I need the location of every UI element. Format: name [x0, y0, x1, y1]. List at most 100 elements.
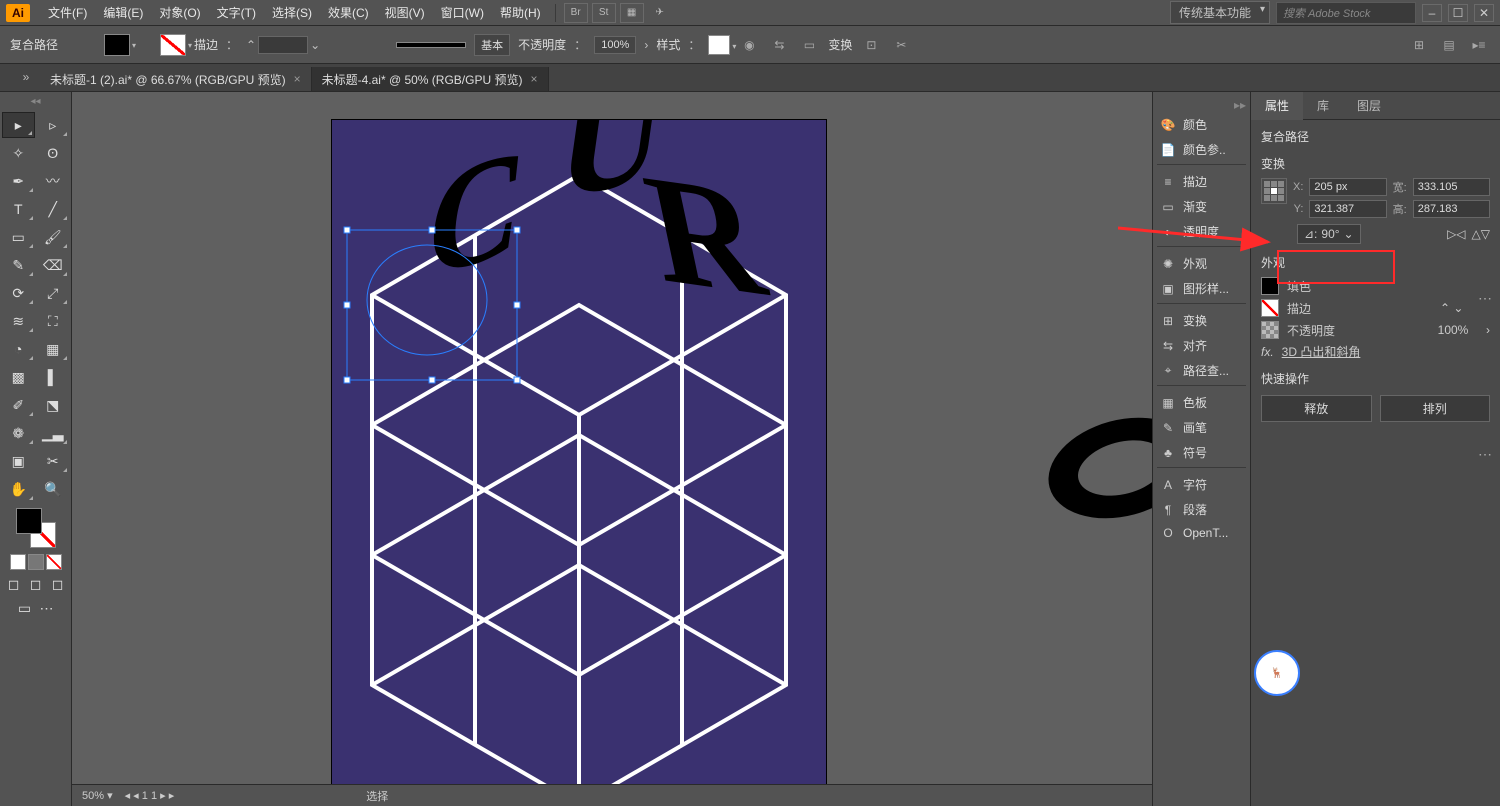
width-tool[interactable]: ≋ [2, 308, 35, 334]
column-graph-tool[interactable]: ▁▃ [37, 420, 70, 446]
stroke-weight-stepper[interactable]: ⌃⌄ [246, 36, 320, 54]
hand-tool[interactable]: ✋ [2, 476, 35, 502]
style-swatch[interactable]: ▾ [708, 35, 730, 55]
opacity-swatch-icon[interactable] [1261, 321, 1279, 339]
panel-shortcut-6[interactable]: ▣图形样... [1157, 276, 1246, 304]
y-input[interactable]: 321.387 [1309, 200, 1386, 218]
expand-panels-icon[interactable]: ▸▸ [1157, 98, 1246, 112]
slice-tool[interactable]: ✂ [37, 448, 70, 474]
menu-file[interactable]: 文件(F) [40, 0, 95, 26]
fill-swatch[interactable]: ▾ [104, 34, 130, 56]
menu-select[interactable]: 选择(S) [264, 0, 320, 26]
panel-shortcut-15[interactable]: OOpenT... [1157, 522, 1246, 544]
stock-button[interactable]: St [592, 3, 616, 23]
opacity-value[interactable]: 100% [1428, 323, 1478, 337]
rectangle-tool[interactable]: ▭ [2, 224, 35, 250]
menu-type[interactable]: 文字(T) [209, 0, 264, 26]
scale-tool[interactable]: ⤢ [37, 280, 70, 306]
panel-shortcut-14[interactable]: ¶段落 [1157, 497, 1246, 522]
collapse-tools-icon[interactable]: ◂◂ [2, 96, 69, 108]
panel-shortcut-0[interactable]: 🎨颜色 [1157, 112, 1246, 137]
paintbrush-tool[interactable]: 🖌 [37, 224, 70, 250]
tab-properties[interactable]: 属性 [1251, 92, 1303, 120]
eraser-tool[interactable]: ⌫ [37, 252, 70, 278]
menu-edit[interactable]: 编辑(E) [95, 0, 151, 26]
panel-menu-icon[interactable]: ▸≡ [1468, 35, 1490, 55]
flip-vertical-icon[interactable]: △▽ [1472, 227, 1490, 241]
isolate-icon[interactable]: ⊡ [860, 35, 882, 55]
crop-icon[interactable]: ✂ [890, 35, 912, 55]
panel-shortcut-13[interactable]: A字符 [1157, 472, 1246, 497]
stroke-swatch[interactable]: ▾ [160, 34, 186, 56]
opacity-dropdown[interactable]: 100% [594, 36, 636, 54]
flip-horizontal-icon[interactable]: ▷◁ [1447, 227, 1465, 241]
panel-shortcut-7[interactable]: ⊞变换 [1157, 308, 1246, 333]
panel-shortcut-11[interactable]: ✎画笔 [1157, 415, 1246, 440]
fill-color-swatch[interactable] [1261, 277, 1279, 295]
panel-shortcut-2[interactable]: ≡描边 [1157, 169, 1246, 194]
none-mode-icon[interactable] [46, 554, 62, 570]
artboard-tool[interactable]: ▣ [2, 448, 35, 474]
transform-more-icon[interactable]: ⋯ [1478, 290, 1494, 307]
menu-window[interactable]: 窗口(W) [433, 0, 492, 26]
rotation-dropdown[interactable]: ⊿: 90° ⌄ [1297, 224, 1361, 244]
screen-mode-icon[interactable]: ▭ [15, 598, 35, 618]
free-transform-tool[interactable]: ⛶ [37, 308, 70, 334]
zoom-tool[interactable]: 🔍 [37, 476, 70, 502]
color-mode-icon[interactable] [10, 554, 26, 570]
gradient-tool[interactable]: ▌ [37, 364, 70, 390]
align-icon[interactable]: ⇆ [768, 35, 790, 55]
lasso-tool[interactable]: ʘ [37, 140, 70, 166]
symbol-sprayer-tool[interactable]: ❁ [2, 420, 35, 446]
arrange-button[interactable]: 排列 [1380, 395, 1491, 422]
maximize-button[interactable]: ☐ [1448, 4, 1468, 22]
fill-color-icon[interactable] [16, 508, 42, 534]
rotate-tool[interactable]: ⟳ [2, 280, 35, 306]
gradient-mode-icon[interactable] [28, 554, 44, 570]
search-input[interactable]: 搜索 Adobe Stock [1276, 2, 1416, 24]
panel-shortcut-10[interactable]: ▦色板 [1157, 390, 1246, 415]
panel-shortcut-4[interactable]: ◐透明度 [1157, 219, 1246, 247]
h-input[interactable]: 287.183 [1413, 200, 1490, 218]
release-button[interactable]: 释放 [1261, 395, 1372, 422]
recolor-artwork-icon[interactable]: ◉ [738, 35, 760, 55]
minimize-button[interactable]: – [1422, 4, 1442, 22]
menu-help[interactable]: 帮助(H) [492, 0, 549, 26]
close-button[interactable]: ✕ [1474, 4, 1494, 22]
blend-tool[interactable]: ⬔ [37, 392, 70, 418]
appearance-more-icon[interactable]: ⋯ [1478, 446, 1494, 463]
brush-profile-dropdown[interactable]: 基本 [474, 34, 510, 56]
pen-tool[interactable]: ✒ [2, 168, 35, 194]
close-tab-icon[interactable]: × [530, 72, 537, 86]
tab-layers[interactable]: 图层 [1343, 92, 1395, 120]
opacity-more-icon[interactable]: › [1486, 323, 1490, 337]
stroke-color-swatch[interactable] [1261, 299, 1279, 317]
fx-icon[interactable]: fx. [1261, 345, 1274, 359]
tab-libraries[interactable]: 库 [1303, 92, 1343, 120]
bridge-button[interactable]: Br [564, 3, 588, 23]
workspace-dropdown[interactable]: 传统基本功能 [1170, 1, 1270, 24]
gpu-rocket-icon[interactable]: ✈ [648, 3, 672, 23]
selection-tool[interactable]: ▸ [2, 112, 35, 138]
transform-label[interactable]: 变换 [828, 36, 852, 53]
reference-point-icon[interactable] [1261, 178, 1287, 204]
fx-link[interactable]: 3D 凸出和斜角 [1282, 343, 1361, 360]
panel-shortcut-9[interactable]: ⌖路径查... [1157, 358, 1246, 386]
menu-view[interactable]: 视图(V) [377, 0, 433, 26]
zoom-dropdown[interactable]: 50% ▾ [82, 789, 113, 802]
mesh-tool[interactable]: ▩ [2, 364, 35, 390]
panel-shortcut-8[interactable]: ⇆对齐 [1157, 333, 1246, 358]
edit-toolbar-icon[interactable]: ⋯ [37, 598, 57, 618]
perspective-grid-tool[interactable]: ▦ [37, 336, 70, 362]
panel-shortcut-3[interactable]: ▭渐变 [1157, 194, 1246, 219]
document-tab-1[interactable]: 未标题-1 (2).ai* @ 66.67% (RGB/GPU 预览) × [40, 67, 312, 91]
x-input[interactable]: 205 px [1309, 178, 1386, 196]
close-tab-icon[interactable]: × [294, 72, 301, 86]
artboard-nav[interactable]: ◂ ◂ 1 1 ▸ ▸ [125, 789, 175, 802]
menu-effect[interactable]: 效果(C) [320, 0, 377, 26]
type-tool[interactable]: T [2, 196, 35, 222]
panel-shortcut-1[interactable]: 📄颜色参.. [1157, 137, 1246, 165]
panel-shortcut-12[interactable]: ♣符号 [1157, 440, 1246, 468]
canvas-area[interactable]: C U R [72, 92, 1152, 806]
document-tab-2[interactable]: 未标题-4.ai* @ 50% (RGB/GPU 预览) × [312, 67, 549, 91]
